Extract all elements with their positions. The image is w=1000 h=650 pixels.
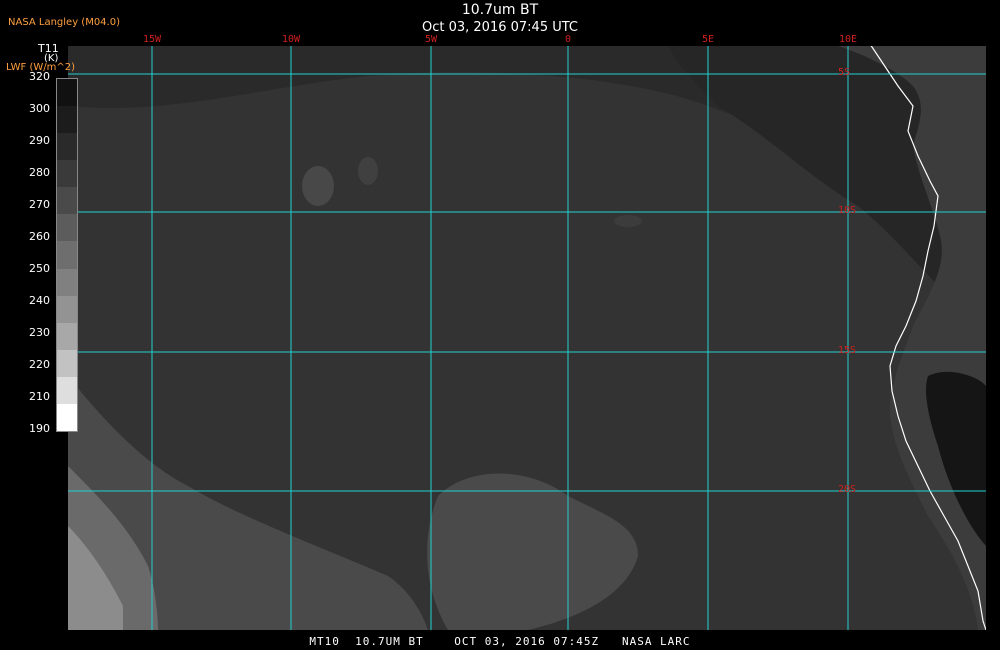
image-title: 10.7um BT bbox=[461, 2, 539, 18]
cloud-patch bbox=[302, 166, 334, 206]
longitude-label: 5E bbox=[701, 34, 715, 45]
legend-tick-label: 320 bbox=[29, 70, 50, 83]
longitude-label: 10W bbox=[281, 34, 301, 45]
longitude-label: 0 bbox=[564, 34, 572, 45]
color-legend: T11 (K) LWF (W/m^2) 320 300 290 280 270 260 25… bbox=[0, 40, 80, 440]
latitude-label: 20S bbox=[838, 484, 857, 495]
legend-swatch bbox=[57, 79, 77, 107]
legend-swatch bbox=[57, 268, 77, 297]
cloud-patch bbox=[614, 215, 642, 227]
legend-swatch bbox=[57, 349, 77, 378]
legend-tick-label: 220 bbox=[29, 358, 50, 371]
legend-tick-label: 280 bbox=[29, 166, 50, 179]
longitude-label: 5W bbox=[424, 34, 438, 45]
footer-caption: MT10 10.7UM BT OCT 03, 2016 07:45Z NASA … bbox=[309, 635, 691, 648]
legend-colorbar bbox=[56, 78, 78, 432]
latitude-label: 5S bbox=[838, 67, 851, 78]
legend-tick-label: 190 bbox=[29, 422, 50, 435]
legend-swatch bbox=[57, 403, 77, 432]
image-timestamp: Oct 03, 2016 07:45 UTC bbox=[422, 20, 578, 35]
legend-tick-label: 290 bbox=[29, 134, 50, 147]
legend-tick-label: 260 bbox=[29, 230, 50, 243]
legend-swatch bbox=[57, 187, 77, 215]
latitude-label: 15S bbox=[838, 345, 857, 356]
legend-tick-label: 230 bbox=[29, 326, 50, 339]
legend-swatch bbox=[57, 133, 77, 161]
legend-swatch bbox=[57, 160, 77, 188]
legend-swatch bbox=[57, 241, 77, 270]
longitude-label: 15W bbox=[142, 34, 162, 45]
legend-swatch bbox=[57, 295, 77, 324]
latitude-label: 10S bbox=[838, 205, 857, 216]
legend-tick-label: 240 bbox=[29, 294, 50, 307]
cloud-patch bbox=[358, 157, 378, 185]
legend-tick-label: 250 bbox=[29, 262, 50, 275]
legend-swatch bbox=[57, 376, 77, 405]
legend-swatch bbox=[57, 214, 77, 242]
legend-swatch bbox=[57, 322, 77, 351]
satellite-imagery bbox=[68, 46, 986, 630]
legend-tick-label: 300 bbox=[29, 102, 50, 115]
legend-swatch bbox=[57, 106, 77, 134]
legend-tick-label: 270 bbox=[29, 198, 50, 211]
longitude-label: 10E bbox=[838, 34, 858, 45]
satellite-map: 15W 10W 5W 0 5E 10E 5S 10S 15S 20S bbox=[68, 34, 986, 630]
legend-tick-label: 210 bbox=[29, 390, 50, 403]
